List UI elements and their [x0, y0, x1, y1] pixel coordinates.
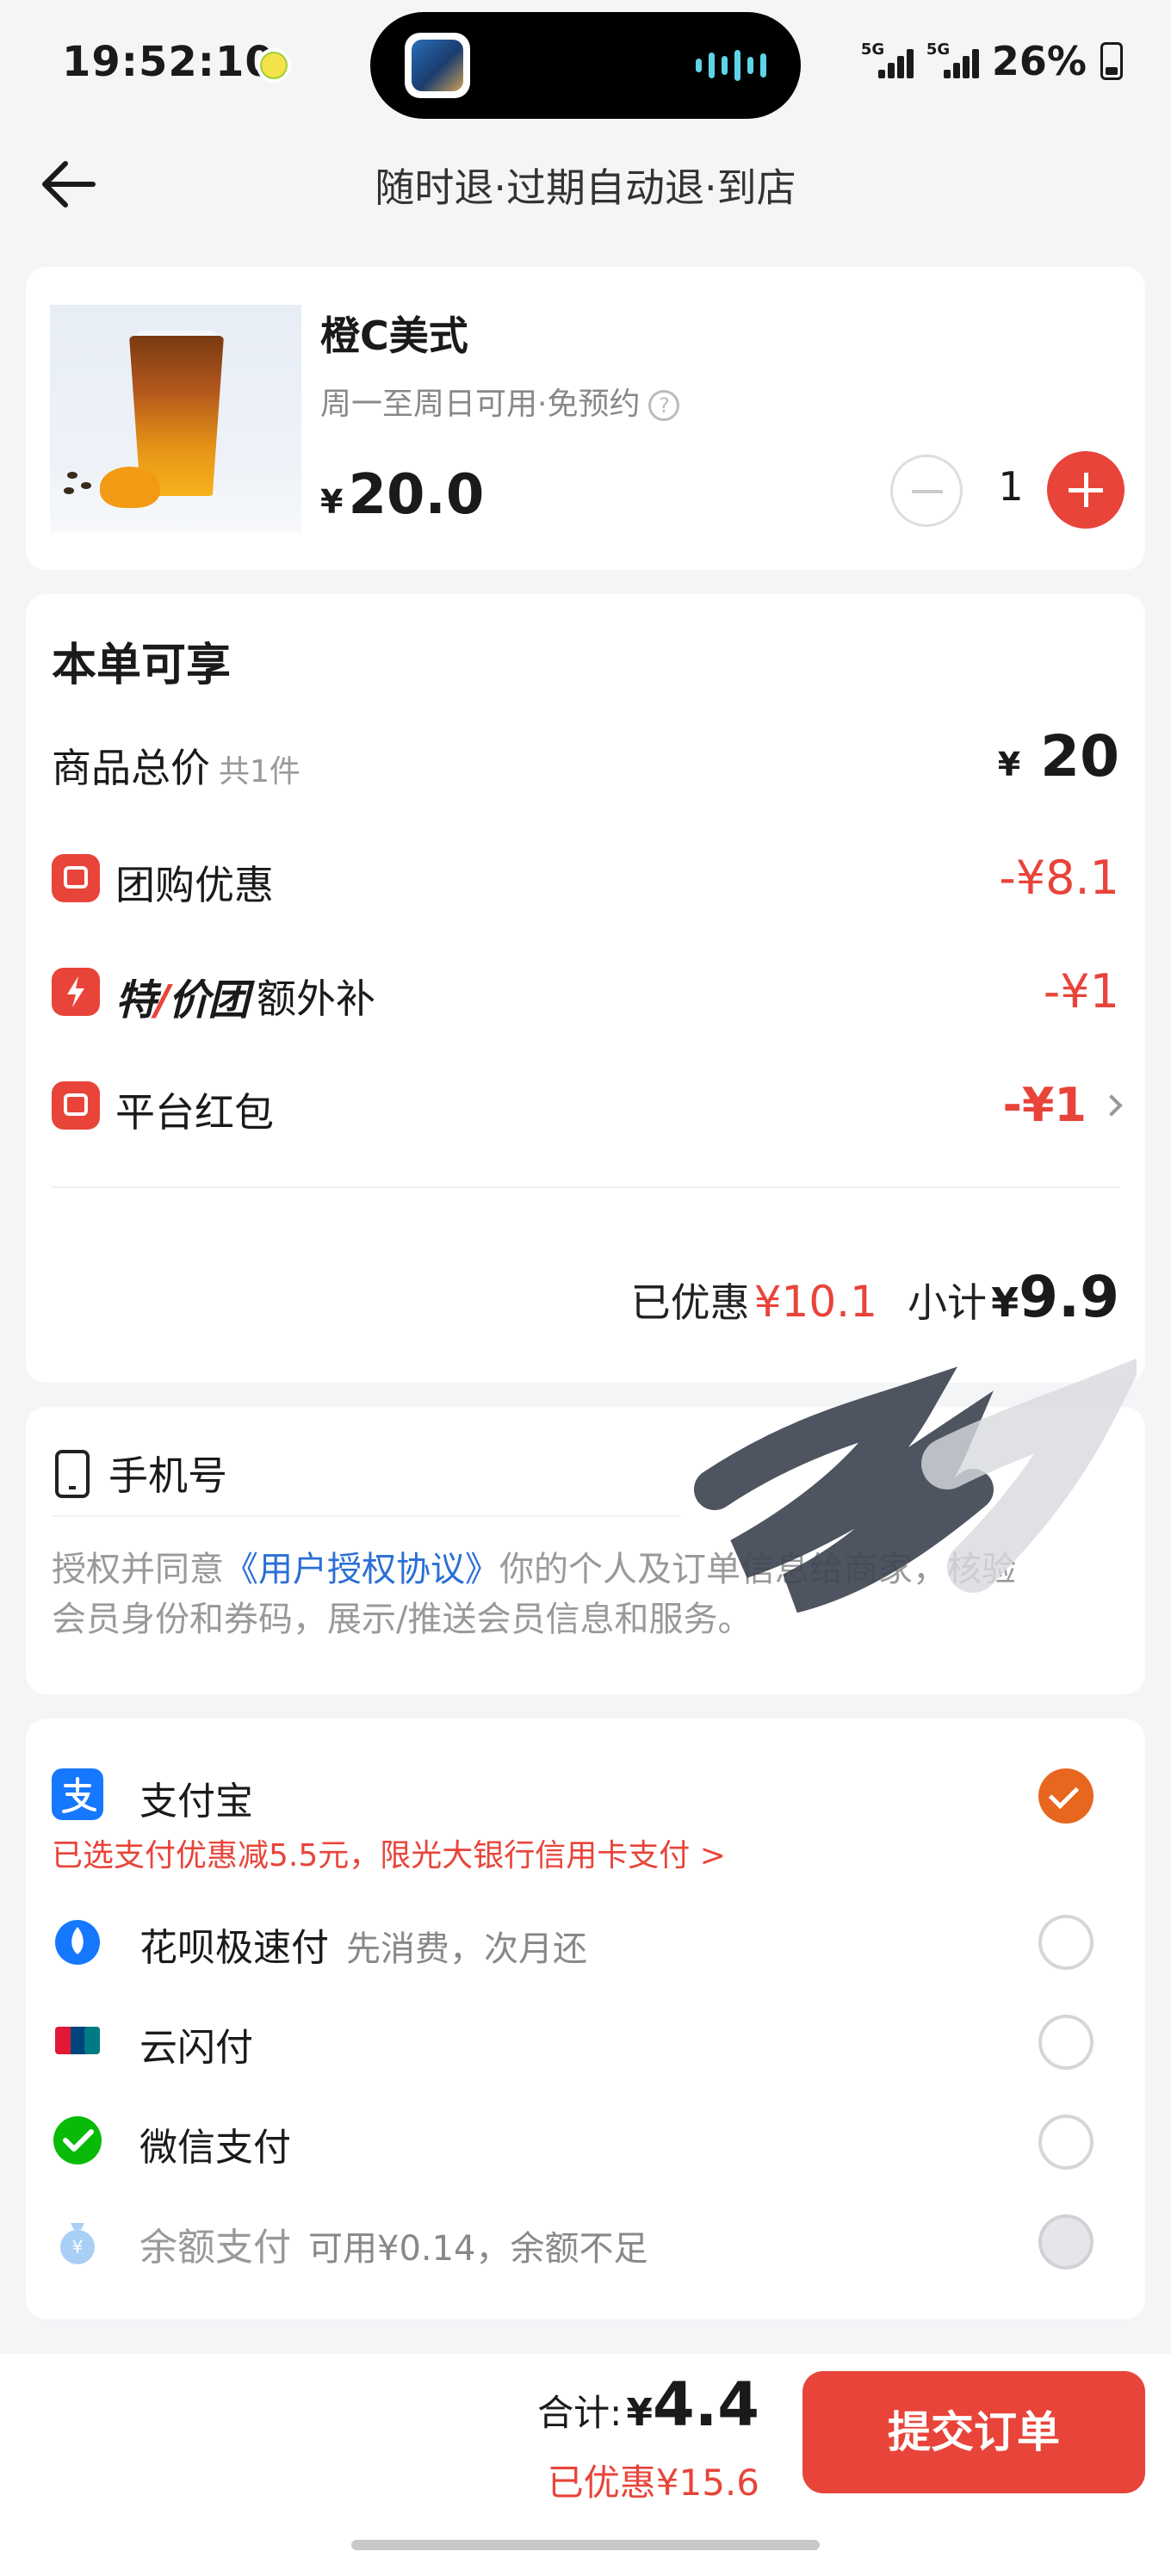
divider — [52, 1186, 1119, 1188]
lightning-icon — [52, 968, 100, 1016]
saved-label: 已优惠 — [630, 1279, 750, 1326]
saved-value: ¥10.1 — [753, 1277, 877, 1327]
order-total: 合计: ¥4.4 — [537, 2369, 759, 2440]
radio-unselected[interactable] — [1038, 2115, 1094, 2170]
total-currency: ¥ — [626, 2391, 653, 2435]
product-image[interactable] — [50, 305, 301, 532]
price-currency: ¥ — [320, 483, 344, 521]
payment-card: 支付宝 已选支付优惠减5.5元，限光大银行信用卡支付 > 花呗极速付 先消费，次月… — [26, 1718, 1145, 2319]
discount-card: 本单可享 商品总价 共1件 ¥ 20 团购优惠 -¥8.1 特/价团 额外补 -¥… — [26, 594, 1145, 1383]
product-availability: 周一至周日可用·免预约? — [320, 379, 680, 424]
special-price-row: 特/价团 额外补 -¥1 — [52, 954, 1119, 1025]
phone-input-underline[interactable] — [52, 1515, 680, 1517]
subtotal-summary: 已优惠 ¥10.1 小计 ¥9.9 — [631, 1264, 1119, 1330]
total-saved: 已优惠¥15.6 — [547, 2461, 759, 2504]
items-total-value: ¥ 20 — [997, 723, 1119, 790]
pay-name: 微信支付 — [139, 2126, 291, 2170]
items-total-row: 商品总价 共1件 ¥ 20 — [52, 723, 1119, 792]
alipay-icon — [52, 1768, 103, 1820]
status-bar: 19:52:10 5G 5G 26% — [0, 0, 1171, 129]
pay-name: 余额支付 可用¥0.14，余额不足 — [139, 2226, 648, 2269]
radio-disabled — [1038, 2214, 1094, 2269]
nav-bar: 随时退·过期自动退·到店 — [0, 138, 1171, 232]
availability-text: 周一至周日可用·免预约 — [320, 387, 641, 422]
signal-icon: 5G — [861, 40, 914, 82]
discount-title: 本单可享 — [52, 640, 232, 691]
phone-icon — [55, 1450, 90, 1498]
subtotal-value: ¥9.9 — [991, 1264, 1119, 1330]
now-playing-app-icon — [405, 33, 470, 98]
status-time: 19:52:10 — [62, 38, 275, 86]
quantity-increase-button[interactable] — [1047, 451, 1125, 529]
group-buy-row: 团购优惠 -¥8.1 — [52, 840, 1119, 909]
items-count: 共1件 — [219, 754, 300, 790]
radio-unselected[interactable] — [1038, 1915, 1094, 1970]
pay-desc: 先消费，次月还 — [346, 1929, 587, 1969]
user-agreement-link[interactable]: 《用户授权协议》 — [224, 1550, 499, 1589]
product-price: ¥20.0 — [320, 463, 484, 527]
product-name: 橙C美式 — [320, 313, 468, 359]
chevron-right-icon — [1100, 1094, 1123, 1118]
special-label: 额外补 — [257, 975, 375, 1022]
status-right: 5G 5G 26% — [861, 38, 1123, 84]
product-card: 橙C美式 周一至周日可用·免预约? ¥20.0 1 — [26, 267, 1145, 570]
signal-icon: 5G — [926, 40, 979, 82]
items-total-label: 商品总价 — [52, 745, 210, 791]
phone-title: 手机号 — [108, 1452, 227, 1499]
pay-name: 花呗极速付 先消费，次月还 — [139, 1926, 587, 1970]
quantity-decrease-button[interactable] — [890, 455, 963, 527]
platform-coupon-value: -¥1 — [1002, 1078, 1123, 1132]
price-value: 20.0 — [348, 463, 485, 527]
pay-option-wechat[interactable]: 微信支付 — [52, 2108, 1119, 2177]
dynamic-island[interactable] — [370, 12, 801, 119]
red-packet-icon — [52, 1081, 100, 1130]
pay-desc: 可用¥0.14，余额不足 — [308, 2229, 648, 2269]
help-icon[interactable]: ? — [648, 390, 680, 421]
page-title: 随时退·过期自动退·到店 — [375, 164, 796, 211]
radio-selected[interactable] — [1038, 1768, 1094, 1824]
platform-coupon-row[interactable]: 平台红包 -¥1 — [52, 1068, 1123, 1136]
wechat-pay-icon — [53, 2116, 102, 2164]
money-bag-icon: ¥ — [60, 2223, 95, 2264]
music-status-icon — [257, 48, 291, 83]
submit-order-button[interactable]: 提交订单 — [802, 2371, 1145, 2493]
total-label: 合计: — [537, 2392, 623, 2434]
platform-coupon-label: 平台红包 — [115, 1089, 274, 1136]
pay-option-alipay[interactable]: 支付宝 — [52, 1762, 1119, 1830]
group-buy-label: 团购优惠 — [115, 862, 274, 908]
radio-unselected[interactable] — [1038, 2015, 1094, 2070]
battery-percent: 26% — [991, 38, 1087, 84]
quantity-value: 1 — [998, 463, 1024, 510]
special-price-brand: 特/价团 — [115, 976, 250, 1025]
subtotal-label: 小计 — [907, 1279, 987, 1326]
pay-name: 云闪付 — [139, 2026, 253, 2070]
huabei-icon — [55, 1920, 100, 1965]
alipay-promo-note[interactable]: 已选支付优惠减5.5元，限光大银行信用卡支付 > — [52, 1830, 726, 1875]
svg-text:¥: ¥ — [72, 2237, 84, 2257]
unionpay-icon — [55, 2027, 100, 2054]
home-indicator[interactable] — [351, 2540, 820, 2550]
pay-option-huabei[interactable]: 花呗极速付 先消费，次月还 — [52, 1908, 1119, 1977]
pay-option-balance[interactable]: ¥ 余额支付 可用¥0.14，余额不足 — [52, 2208, 1119, 2276]
total-value: 4.4 — [652, 2369, 759, 2440]
battery-icon — [1100, 42, 1123, 80]
pay-option-unionpay[interactable]: 云闪付 — [52, 2008, 1119, 2077]
group-buy-icon — [52, 854, 100, 902]
audio-wave-icon — [696, 50, 766, 81]
pay-name: 支付宝 — [139, 1780, 253, 1824]
redaction-scribble — [694, 1358, 1137, 1613]
group-buy-value: -¥8.1 — [999, 851, 1119, 905]
special-value: -¥1 — [1043, 964, 1119, 1019]
